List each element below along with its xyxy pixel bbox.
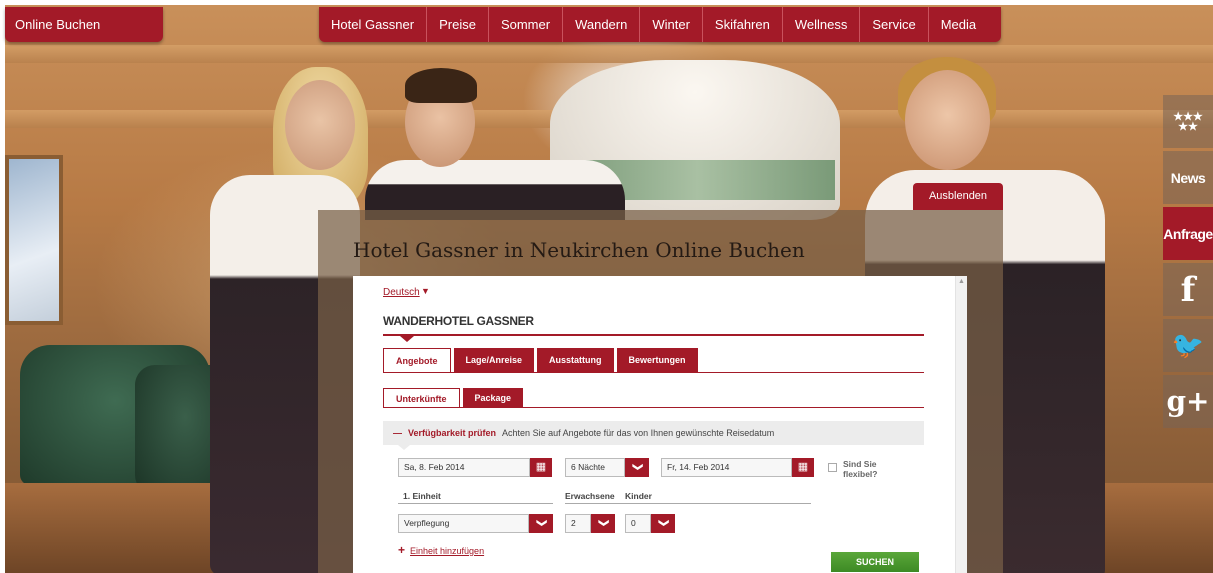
nav-wandern[interactable]: Wandern	[563, 7, 641, 42]
availability-label: Verfügbarkeit prüfen	[408, 428, 497, 438]
scroll-up-icon[interactable]: ▲	[958, 278, 965, 285]
news-button[interactable]: News	[1163, 151, 1213, 204]
tab-unterkuenfte[interactable]: Unterkünfte	[383, 388, 460, 408]
overlay-title: Hotel Gassner in Neukirchen Online Buche…	[353, 238, 805, 262]
news-label: News	[1170, 169, 1206, 186]
nav-winter[interactable]: Winter	[640, 7, 703, 42]
googleplus-button[interactable]: g+	[1163, 375, 1213, 428]
stars-rating-button[interactable]: ★★★ ★★	[1163, 95, 1213, 148]
availability-hint: Achten Sie auf Angebote für das von Ihne…	[502, 428, 775, 438]
arrival-calendar-icon[interactable]: ▦	[530, 458, 552, 477]
tab-package[interactable]: Package	[462, 388, 524, 408]
search-button[interactable]: SUCHEN	[831, 552, 919, 572]
main-nav: Hotel Gassner Preise Sommer Wandern Wint…	[319, 7, 1002, 42]
nav-hotel-gassner[interactable]: Hotel Gassner	[319, 7, 428, 42]
booking-panel: ▲ Deutsch ▼ WANDERHOTEL GASSNER Angebote…	[353, 276, 967, 573]
adults-label: Erwachsene	[565, 491, 615, 501]
facebook-button[interactable]: f	[1163, 263, 1213, 316]
hotel-name: WANDERHOTEL GASSNER	[383, 314, 534, 328]
window-view	[5, 155, 63, 325]
departure-calendar-icon[interactable]: ▦	[792, 458, 814, 477]
nav-wellness[interactable]: Wellness	[783, 7, 861, 42]
arrival-date-field[interactable]: Sa, 8. Feb 2014	[398, 458, 530, 477]
adults-select[interactable]: 2	[565, 514, 591, 533]
nav-skifahren[interactable]: Skifahren	[703, 7, 783, 42]
social-sidebar: ★★★ ★★ News Anfrage f 🐦 g+	[1163, 95, 1213, 431]
plus-icon: +	[398, 543, 406, 557]
stars-icon: ★★★ ★★	[1173, 110, 1203, 133]
tab-lage-anreise[interactable]: Lage/Anreise	[453, 348, 535, 372]
departure-date-field[interactable]: Fr, 14. Feb 2014	[661, 458, 792, 477]
nights-select[interactable]: 6 Nächte	[565, 458, 625, 477]
online-buchen-button[interactable]: Online Buchen	[5, 7, 163, 42]
tab-angebote[interactable]: Angebote	[383, 348, 451, 372]
children-chevron-down-icon[interactable]: ❯	[651, 514, 675, 533]
main-tabs: Angebote Lage/Anreise Ausstattung Bewert…	[383, 348, 701, 372]
nav-sommer[interactable]: Sommer	[489, 7, 564, 42]
tab-bewertungen[interactable]: Bewertungen	[616, 348, 698, 372]
board-chevron-down-icon[interactable]: ❯	[529, 514, 553, 533]
anfrage-button[interactable]: Anfrage	[1163, 207, 1213, 260]
hide-button[interactable]: Ausblenden	[913, 183, 1003, 210]
nav-media[interactable]: Media	[929, 7, 1001, 42]
children-select[interactable]: 0	[625, 514, 651, 533]
collapse-icon: —	[393, 428, 402, 438]
twitter-button[interactable]: 🐦	[1163, 319, 1213, 372]
language-dropdown-icon[interactable]: ▼	[421, 286, 430, 296]
sub-tabs: Unterkünfte Package	[383, 388, 526, 408]
googleplus-icon: g+	[1166, 385, 1210, 418]
board-select[interactable]: Verpflegung	[398, 514, 529, 533]
add-unit-link[interactable]: + Einheit hinzufügen	[398, 543, 484, 557]
availability-bar[interactable]: — Verfügbarkeit prüfen Achten Sie auf Ang…	[383, 421, 924, 445]
panel-scrollbar[interactable]: ▲	[955, 276, 967, 573]
tab-ausstattung[interactable]: Ausstattung	[537, 348, 614, 372]
twitter-icon: 🐦	[1171, 330, 1205, 361]
nav-service[interactable]: Service	[860, 7, 929, 42]
flexible-checkbox[interactable]	[828, 463, 837, 472]
unit-label: 1. Einheit	[403, 491, 441, 501]
nights-chevron-down-icon[interactable]: ❯	[625, 458, 649, 477]
add-unit-label: Einheit hinzufügen	[410, 546, 485, 556]
nav-preise[interactable]: Preise	[427, 7, 489, 42]
children-label: Kinder	[625, 491, 652, 501]
anfrage-label: Anfrage	[1163, 225, 1213, 242]
flexible-label: Sind Sie flexibel?	[843, 459, 878, 479]
language-select[interactable]: Deutsch	[383, 287, 420, 298]
facebook-icon: f	[1180, 269, 1196, 310]
adults-chevron-down-icon[interactable]: ❯	[591, 514, 615, 533]
